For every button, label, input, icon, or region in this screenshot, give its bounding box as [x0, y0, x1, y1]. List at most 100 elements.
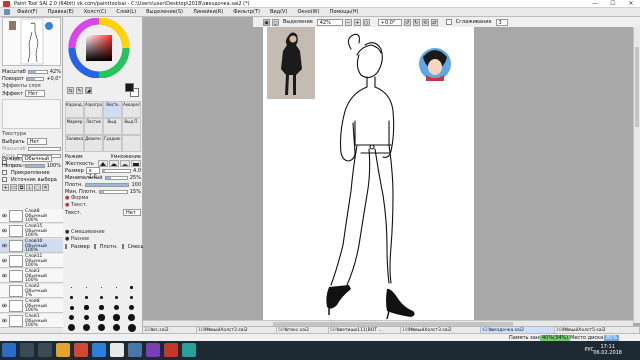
- brush-texture-select[interactable]: Нет: [123, 209, 141, 216]
- delete-layer-button[interactable]: ✕: [42, 184, 49, 191]
- layer-row[interactable]: Слой11 Обычный 100%: [0, 254, 63, 268]
- brush-size-preset[interactable]: [110, 313, 123, 322]
- nav-zoom-slider[interactable]: [27, 69, 48, 74]
- size-pressure-checkbox[interactable]: [65, 244, 67, 249]
- tool-empty-slot[interactable]: [122, 135, 141, 152]
- eye-icon[interactable]: [1, 318, 8, 323]
- rotate-right-button[interactable]: ↻: [412, 18, 420, 26]
- brush-size-preset[interactable]: [80, 283, 93, 292]
- opacity-slider[interactable]: [24, 163, 45, 168]
- start-button[interactable]: [2, 343, 16, 357]
- tool-airbrush[interactable]: Аэрограф: [84, 101, 103, 118]
- brush-size-preset[interactable]: [125, 323, 138, 332]
- flip-button[interactable]: ⇄: [430, 18, 438, 26]
- smoothing-field[interactable]: 3: [495, 18, 508, 26]
- select-mode-button[interactable]: ▣: [263, 18, 270, 26]
- blend-pressure-checkbox[interactable]: [121, 244, 124, 249]
- misc-header[interactable]: ● Разное: [65, 236, 141, 243]
- clear-layer-button[interactable]: ◌: [34, 184, 41, 191]
- menu-edit[interactable]: Правка(E): [43, 8, 79, 17]
- min-size-slider[interactable]: [104, 175, 128, 180]
- brush-mode-value[interactable]: Умножение: [111, 154, 141, 160]
- angle-field[interactable]: +0,0°: [377, 18, 402, 26]
- layer-row[interactable]: Слой2 Обычный 7%: [0, 284, 63, 298]
- texture-header[interactable]: Текстура: [2, 131, 61, 138]
- new-layer-button[interactable]: +: [2, 184, 9, 191]
- eye-icon[interactable]: [1, 228, 8, 233]
- brush-size-preset[interactable]: [95, 303, 108, 312]
- effect-select[interactable]: Нет: [25, 90, 46, 97]
- brush-size-preset[interactable]: [110, 293, 123, 302]
- eye-hidden-icon[interactable]: [2, 288, 7, 293]
- brush-size-preset[interactable]: [65, 303, 78, 312]
- menu-layer[interactable]: Слой(L): [111, 8, 141, 17]
- shape-soft-icon[interactable]: [120, 160, 130, 167]
- chrome-icon[interactable]: [110, 343, 124, 357]
- blend-mode-select[interactable]: Обычный: [21, 155, 52, 162]
- menu-rulers[interactable]: Линейки(R): [188, 8, 228, 17]
- close-button[interactable]: ✕: [622, 0, 640, 8]
- tool-fill[interactable]: Заливка: [65, 135, 84, 152]
- explorer-icon[interactable]: [56, 343, 70, 357]
- brush-size-preset[interactable]: [65, 293, 78, 302]
- shape-sharp-icon[interactable]: [98, 160, 108, 167]
- menu-file[interactable]: Файл(F): [12, 8, 43, 17]
- paint-tool-sai-icon[interactable]: [164, 343, 178, 357]
- merge-layer-button[interactable]: ⇣: [26, 184, 33, 191]
- tool-pencil[interactable]: Каранд.: [65, 101, 84, 118]
- texture-section-header[interactable]: ● Текст.: [65, 202, 141, 209]
- layer-row[interactable]: Слой15 Обычный 100%: [0, 224, 63, 238]
- brush-size-preset[interactable]: [80, 293, 93, 302]
- brush-size-preset[interactable]: [125, 293, 138, 302]
- menu-filter[interactable]: Фильтр(T): [228, 8, 265, 17]
- vertical-scroll-thumb[interactable]: [635, 47, 639, 127]
- brush-size-preset[interactable]: [95, 283, 108, 292]
- transparent-color-icon[interactable]: ◪: [85, 86, 92, 94]
- zoom-in-button[interactable]: +: [353, 18, 361, 26]
- layer-row[interactable]: Слой8 Обычный 100%: [0, 299, 63, 313]
- brush-size-preset[interactable]: [125, 303, 138, 312]
- density-pressure-checkbox[interactable]: [93, 244, 96, 249]
- brush-size-preset[interactable]: [80, 303, 93, 312]
- new-folder-button[interactable]: ▭: [10, 184, 17, 191]
- layer-row[interactable]: Слой3 Обычный 100%: [0, 269, 63, 283]
- brush-size-preset[interactable]: [110, 283, 123, 292]
- task-view-icon[interactable]: [38, 343, 52, 357]
- app-icon[interactable]: [182, 343, 196, 357]
- brush-size-preset[interactable]: [110, 303, 123, 312]
- eye-icon[interactable]: [1, 258, 8, 263]
- zoom-out-button[interactable]: −: [344, 18, 352, 26]
- vk-icon[interactable]: [128, 343, 142, 357]
- tool-gradient[interactable]: Градиент: [103, 135, 122, 152]
- brush-size-preset[interactable]: [65, 323, 78, 332]
- source-checkbox[interactable]: [2, 177, 7, 182]
- current-colors[interactable]: [125, 83, 139, 97]
- copy-layer-button[interactable]: ⧉: [18, 184, 25, 191]
- size-multiplier[interactable]: x 1.0: [85, 167, 100, 180]
- search-icon[interactable]: [20, 343, 34, 357]
- brush-size-preset[interactable]: [110, 323, 123, 332]
- stabilizer-checkbox[interactable]: [445, 19, 452, 25]
- menu-canvas[interactable]: Холст(C): [79, 8, 112, 17]
- menu-window[interactable]: Окно(W): [292, 8, 324, 17]
- tool-marker[interactable]: Маркер: [65, 118, 84, 135]
- tool-binary[interactable]: Двоичн.: [84, 135, 103, 152]
- color-wheel[interactable]: [67, 17, 139, 79]
- app-icon[interactable]: [92, 343, 106, 357]
- tool-watercolor[interactable]: Акварель: [122, 101, 141, 118]
- mixing-header[interactable]: ● Смешивание: [65, 229, 141, 236]
- shape-flat-icon[interactable]: [131, 160, 141, 167]
- app-icon[interactable]: [146, 343, 160, 357]
- density-slider[interactable]: [84, 182, 130, 187]
- rotate-left-button[interactable]: ↺: [403, 18, 411, 26]
- brush-size-preset[interactable]: [95, 313, 108, 322]
- app-icon[interactable]: [74, 343, 88, 357]
- effects-header[interactable]: Эффекты слоя: [2, 83, 61, 90]
- menu-help[interactable]: Помощь(H): [325, 8, 364, 17]
- min-density-slider[interactable]: [98, 189, 128, 194]
- maximize-button[interactable]: ☐: [604, 0, 622, 8]
- layer-row[interactable]: Слой1 Обычный 100%: [0, 314, 63, 328]
- layer-row[interactable]: Слой8 Обычный 100%: [0, 209, 63, 223]
- clock[interactable]: 17:11 06.02.2018: [593, 344, 622, 356]
- eye-icon[interactable]: [1, 243, 8, 248]
